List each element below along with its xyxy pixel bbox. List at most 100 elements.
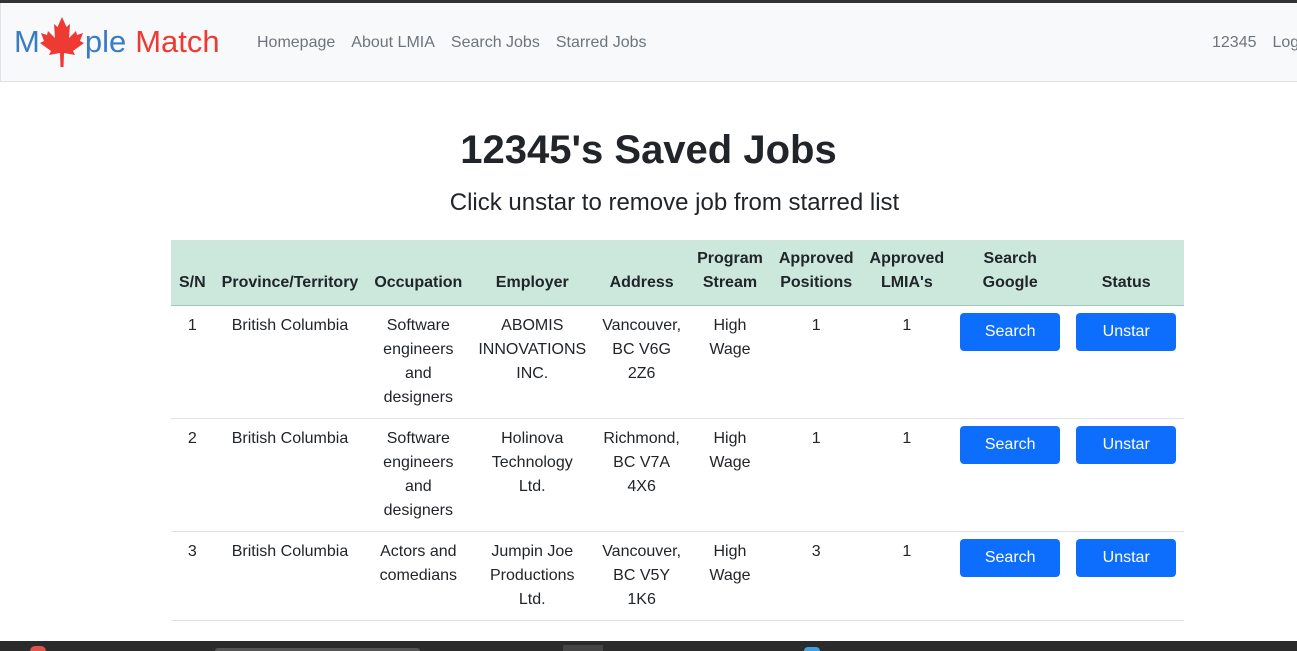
cell-status: Unstar xyxy=(1068,531,1185,621)
cell-occupation: Software engineers and designers xyxy=(366,305,471,419)
cell-search-google: Search xyxy=(952,305,1069,419)
cell-line: BC V7A xyxy=(613,454,671,471)
cell-line: 1K6 xyxy=(627,591,656,608)
col-header-search-google: Search Google xyxy=(952,240,1069,306)
taskbar-app-icon[interactable] xyxy=(804,647,820,651)
cell-occupation: Software engineers and designers xyxy=(366,418,471,532)
cell-program-stream: High Wage xyxy=(689,305,771,419)
nav-search-jobs[interactable]: Search Jobs xyxy=(443,34,548,52)
col-header-text: LMIA's xyxy=(880,274,933,291)
table-row: 2 British Columbia Software engineers and des… xyxy=(171,418,1185,532)
cell-occupation: Actors and comedians xyxy=(366,531,471,621)
cell-line: High xyxy=(713,317,747,334)
cell-line: Actors and xyxy=(380,543,457,560)
cell-line: Wage xyxy=(709,567,751,584)
cell-address: Vancouver, BC V5Y 1K6 xyxy=(594,531,690,621)
cell-line: Jumpin Joe xyxy=(491,543,574,560)
cell-line: Software xyxy=(386,430,450,447)
nav-about-lmia[interactable]: About LMIA xyxy=(343,34,443,52)
taskbar-app-icon[interactable] xyxy=(30,646,46,651)
brand-logo[interactable]: M ple Match xyxy=(14,17,220,67)
cell-approved-lmias: 1 xyxy=(861,418,953,532)
cell-address: Richmond, BC V7A 4X6 xyxy=(594,418,690,532)
unstar-button[interactable]: Unstar xyxy=(1076,313,1177,351)
cell-approved-lmias: 1 xyxy=(861,305,953,419)
cell-line: Productions xyxy=(490,567,575,584)
cell-line: designers xyxy=(383,502,453,519)
col-header-text: Approved xyxy=(778,250,854,267)
cell-line: comedians xyxy=(379,567,457,584)
cell-address: Vancouver, BC V6G 2Z6 xyxy=(594,305,690,419)
cell-approved-positions: 3 xyxy=(770,531,862,621)
cell-employer: Jumpin Joe Productions Ltd. xyxy=(470,531,595,621)
cell-line: engineers xyxy=(383,454,454,471)
cell-line: Vancouver, xyxy=(602,543,682,560)
cell-line: INNOVATIONS xyxy=(478,341,587,358)
table-row: 1 British Columbia Software engineers and des… xyxy=(171,305,1185,419)
cell-line: Ltd. xyxy=(518,478,546,495)
page-title: 12345's Saved Jobs xyxy=(460,128,837,172)
col-header-approved-lmias: Approved LMIA's xyxy=(861,240,953,306)
col-header-status: Status xyxy=(1068,240,1185,306)
search-google-button[interactable]: Search xyxy=(960,426,1061,464)
col-header-employer: Employer xyxy=(470,240,595,306)
table-row: 3 British Columbia Actors and comedians Jump… xyxy=(171,531,1185,621)
col-header-sn: S/N xyxy=(171,240,214,306)
cell-line: Technology xyxy=(491,454,573,471)
cell-search-google: Search xyxy=(952,531,1069,621)
nav-starred-jobs[interactable]: Starred Jobs xyxy=(548,34,655,52)
cell-sn: 3 xyxy=(171,531,214,621)
cell-search-google: Search xyxy=(952,418,1069,532)
cell-line: 4X6 xyxy=(627,478,656,495)
cell-status: Unstar xyxy=(1068,305,1185,419)
cell-line: INC. xyxy=(516,365,549,382)
cell-sn: 1 xyxy=(171,305,214,419)
cell-line: and xyxy=(404,365,432,382)
brand-text-ple: ple xyxy=(84,24,127,59)
cell-employer: Holinova Technology Ltd. xyxy=(470,418,595,532)
maple-leaf-icon xyxy=(37,16,87,68)
table-header-row: S/N Province/Territory Occupation Employ… xyxy=(171,240,1185,306)
col-header-text: Stream xyxy=(702,274,758,291)
nav-homepage[interactable]: Homepage xyxy=(249,34,343,52)
cell-status: Unstar xyxy=(1068,418,1185,532)
cell-approved-positions: 1 xyxy=(770,418,862,532)
cell-line: BC V6G xyxy=(612,341,671,358)
cell-line: ABOMIS xyxy=(501,317,564,334)
col-header-address: Address xyxy=(594,240,690,306)
cell-line: designers xyxy=(383,389,453,406)
col-header-text: Approved xyxy=(869,250,945,267)
unstar-button[interactable]: Unstar xyxy=(1076,426,1177,464)
cell-approved-lmias: 1 xyxy=(861,531,953,621)
search-google-button[interactable]: Search xyxy=(960,539,1061,577)
col-header-approved-positions: Approved Positions xyxy=(770,240,862,306)
unstar-button[interactable]: Unstar xyxy=(1076,539,1177,577)
cell-line: BC V5Y xyxy=(613,567,671,584)
search-google-button[interactable]: Search xyxy=(960,313,1061,351)
cell-sn: 2 xyxy=(171,418,214,532)
cell-line: Richmond, xyxy=(603,430,680,447)
col-header-text: Google xyxy=(982,274,1038,291)
cell-line: Ltd. xyxy=(518,591,546,608)
nav-user-area: 12345 Log xyxy=(1204,34,1297,52)
col-header-program-stream: Program Stream xyxy=(689,240,771,306)
nav-logout[interactable]: Log xyxy=(1265,34,1297,52)
col-header-province: Province/Territory xyxy=(213,240,367,306)
col-header-text: Search xyxy=(983,250,1037,267)
cell-province: British Columbia xyxy=(213,418,367,532)
brand-text-match: Match xyxy=(135,24,220,59)
cell-program-stream: High Wage xyxy=(689,418,771,532)
cell-line: 2Z6 xyxy=(627,365,656,382)
cell-program-stream: High Wage xyxy=(689,531,771,621)
cell-line: High xyxy=(713,543,747,560)
nav-links: Homepage About LMIA Search Jobs Starred … xyxy=(249,34,655,52)
cell-line: and xyxy=(404,478,432,495)
cell-employer: ABOMIS INNOVATIONS INC. xyxy=(470,305,595,419)
nav-username[interactable]: 12345 xyxy=(1204,34,1265,52)
cell-province: British Columbia xyxy=(213,305,367,419)
page-subtitle: Click unstar to remove job from starred … xyxy=(449,189,900,216)
taskbar-app-icon[interactable] xyxy=(563,645,603,651)
col-header-text: Positions xyxy=(780,274,853,291)
cell-approved-positions: 1 xyxy=(770,305,862,419)
saved-jobs-table: S/N Province/Territory Occupation Employ… xyxy=(171,240,1185,621)
